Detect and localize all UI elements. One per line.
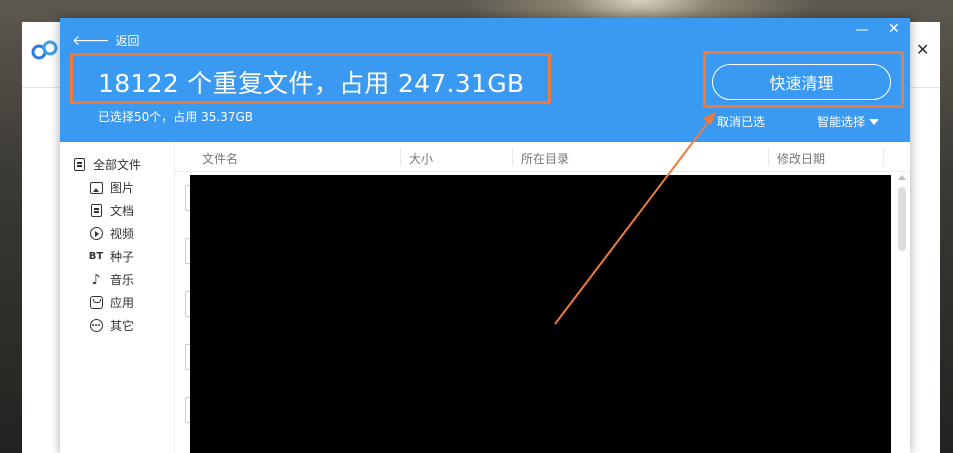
scroll-thumb[interactable] xyxy=(898,187,906,251)
scroll-up-icon[interactable] xyxy=(898,175,906,180)
more-icon xyxy=(89,319,103,333)
column-header-directory[interactable]: 所在目录 xyxy=(521,150,569,167)
sidebar-item-label: 种子 xyxy=(110,250,135,264)
sidebar-item-label: 音乐 xyxy=(110,273,135,287)
button-highlight-box xyxy=(703,51,904,108)
column-divider xyxy=(768,148,769,166)
music-note-icon: ♪ xyxy=(91,271,101,288)
image-icon xyxy=(89,181,103,195)
column-divider xyxy=(400,148,401,166)
smart-select-label: 智能选择 xyxy=(817,115,866,129)
baidu-netdisk-logo-icon xyxy=(31,40,58,60)
table-header: 文件名 大小 所在目录 修改日期 xyxy=(175,142,910,172)
sidebar-item-all-files[interactable]: 全部文件 xyxy=(72,156,141,173)
back-label: 返回 xyxy=(115,34,140,48)
play-icon xyxy=(89,227,103,241)
app-icon xyxy=(89,296,103,310)
close-icon[interactable]: ✕ xyxy=(888,21,900,37)
sidebar-item-label: 图片 xyxy=(110,181,135,195)
sidebar-item-other[interactable]: 其它 xyxy=(89,317,134,334)
smart-select-dropdown[interactable]: 智能选择 xyxy=(817,113,880,130)
column-header-filename[interactable]: 文件名 xyxy=(202,150,238,167)
sidebar-item-label: 其它 xyxy=(110,319,135,333)
sidebar-item-apps[interactable]: 应用 xyxy=(89,294,134,311)
sidebar-item-music[interactable]: ♪ 音乐 xyxy=(89,271,134,288)
category-sidebar: 全部文件 图片 文档 视频 BT 种子 ♪ 音乐 应用 其它 xyxy=(60,142,175,453)
sidebar-item-videos[interactable]: 视频 xyxy=(89,225,134,242)
column-header-modified-date[interactable]: 修改日期 xyxy=(777,150,825,167)
sidebar-item-label: 文档 xyxy=(110,204,135,218)
sidebar-item-images[interactable]: 图片 xyxy=(89,179,134,196)
sidebar-item-torrents[interactable]: BT 种子 xyxy=(89,248,134,265)
sidebar-item-documents[interactable]: 文档 xyxy=(89,202,134,219)
minimize-icon[interactable]: — xyxy=(855,22,869,38)
column-header-size[interactable]: 大小 xyxy=(409,150,433,167)
caret-down-icon xyxy=(869,118,880,125)
file-list xyxy=(175,173,910,453)
document-icon xyxy=(72,158,86,172)
bt-icon: BT xyxy=(88,251,104,262)
text-doc-icon xyxy=(89,204,103,218)
back-button[interactable]: 🡐 返回 xyxy=(72,32,140,49)
sidebar-item-label: 应用 xyxy=(110,296,135,310)
redacted-file-list xyxy=(190,175,891,453)
sidebar-item-label: 视频 xyxy=(110,227,135,241)
background-close-icon[interactable]: ✕ xyxy=(916,40,929,59)
title-highlight-box xyxy=(70,53,551,104)
vertical-scrollbar[interactable] xyxy=(896,173,908,453)
selection-summary: 已选择50个，占用 35.37GB xyxy=(98,110,253,124)
sidebar-item-label: 全部文件 xyxy=(93,158,142,172)
dialog-header: 🡐 返回 — ✕ 18122 个重复文件，占用 247.31GB 已选择50个，… xyxy=(60,18,910,142)
back-arrow-icon: 🡐 xyxy=(72,32,110,49)
duplicate-files-dialog: 🡐 返回 — ✕ 18122 个重复文件，占用 247.31GB 已选择50个，… xyxy=(60,18,910,453)
column-divider xyxy=(883,148,884,166)
column-divider xyxy=(512,148,513,166)
deselect-button[interactable]: 取消已选 xyxy=(717,113,765,130)
